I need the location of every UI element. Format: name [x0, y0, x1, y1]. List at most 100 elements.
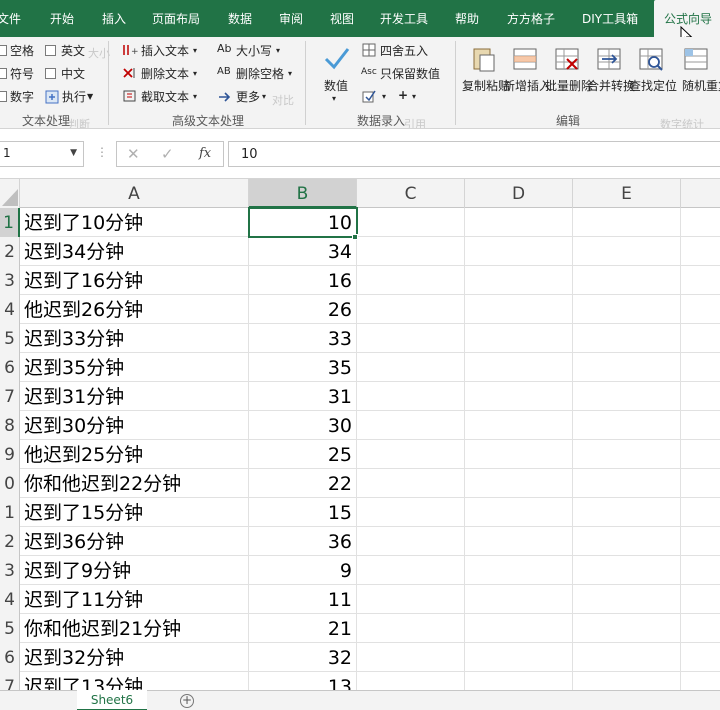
- find-locate-button[interactable]: 查找定位: [629, 79, 677, 94]
- cell-c[interactable]: [357, 556, 465, 585]
- name-box[interactable]: 1 ▼: [0, 141, 84, 167]
- cell-c[interactable]: [357, 469, 465, 498]
- fill-handle[interactable]: [352, 234, 358, 240]
- cell-d[interactable]: [465, 266, 573, 295]
- merge-convert-button[interactable]: 合并转换: [587, 79, 635, 94]
- cell-a[interactable]: 迟到了9分钟: [20, 556, 249, 585]
- extract-text-dropdown-icon[interactable]: ▾: [193, 92, 197, 101]
- column-header-b[interactable]: B: [249, 179, 357, 208]
- row-header[interactable]: 3: [0, 556, 20, 585]
- cell-d[interactable]: [465, 498, 573, 527]
- cell-b[interactable]: 15: [249, 498, 357, 527]
- cell-c[interactable]: [357, 353, 465, 382]
- row-header[interactable]: 2: [0, 237, 20, 266]
- cell-e[interactable]: [573, 353, 681, 382]
- cell-e[interactable]: [573, 527, 681, 556]
- select-all-corner[interactable]: [0, 179, 20, 208]
- row-header[interactable]: 4: [0, 295, 20, 324]
- cell-d[interactable]: [465, 295, 573, 324]
- tab-review[interactable]: 审阅: [279, 0, 303, 37]
- more-button[interactable]: 更多: [236, 88, 260, 105]
- cell-f[interactable]: [681, 614, 720, 643]
- cell-b[interactable]: 16: [249, 266, 357, 295]
- numeric-dropdown-icon[interactable]: ▾: [332, 94, 336, 103]
- name-box-dropdown-icon[interactable]: ▼: [70, 148, 77, 158]
- execute-button[interactable]: 执行: [62, 88, 86, 105]
- cell-c[interactable]: [357, 324, 465, 353]
- cell-c[interactable]: [357, 266, 465, 295]
- edit-check-dropdown-icon[interactable]: ▾: [382, 92, 386, 101]
- cell-e[interactable]: [573, 208, 681, 237]
- cell-b[interactable]: 34: [249, 237, 357, 266]
- cell-b[interactable]: 22: [249, 469, 357, 498]
- cell-a[interactable]: 迟到了16分钟: [20, 266, 249, 295]
- cell-b[interactable]: 31: [249, 382, 357, 411]
- english-checkbox[interactable]: [45, 45, 56, 56]
- column-header-e[interactable]: E: [573, 179, 681, 208]
- symbol-checkbox[interactable]: [0, 68, 7, 79]
- cell-d[interactable]: [465, 556, 573, 585]
- cell-f[interactable]: [681, 498, 720, 527]
- row-header[interactable]: 5: [0, 614, 20, 643]
- cell-b[interactable]: 13: [249, 672, 357, 690]
- cell-f[interactable]: [681, 672, 720, 690]
- delete-text-dropdown-icon[interactable]: ▾: [193, 69, 197, 78]
- column-header-d[interactable]: D: [465, 179, 573, 208]
- cell-c[interactable]: [357, 440, 465, 469]
- cell-d[interactable]: [465, 643, 573, 672]
- cell-d[interactable]: [465, 208, 573, 237]
- cell-b[interactable]: 10: [249, 208, 357, 237]
- row-header[interactable]: 3: [0, 266, 20, 295]
- cell-b[interactable]: 30: [249, 411, 357, 440]
- cell-f[interactable]: [681, 556, 720, 585]
- cell-e[interactable]: [573, 614, 681, 643]
- tab-view[interactable]: 视图: [330, 0, 354, 37]
- cell-d[interactable]: [465, 585, 573, 614]
- execute-dropdown-icon[interactable]: ▼: [87, 92, 93, 101]
- column-header-a[interactable]: A: [20, 179, 249, 208]
- cell-b[interactable]: 33: [249, 324, 357, 353]
- case-dropdown-icon[interactable]: ▾: [276, 46, 280, 55]
- cell-a[interactable]: 他迟到25分钟: [20, 440, 249, 469]
- cell-f[interactable]: [681, 237, 720, 266]
- cell-e[interactable]: [573, 382, 681, 411]
- cell-e[interactable]: [573, 440, 681, 469]
- cell-a[interactable]: 迟到了13分钟: [20, 672, 249, 690]
- cell-d[interactable]: [465, 614, 573, 643]
- cell-a[interactable]: 他迟到26分钟: [20, 295, 249, 324]
- cell-f[interactable]: [681, 643, 720, 672]
- number-checkbox[interactable]: [0, 91, 7, 102]
- cell-b[interactable]: 21: [249, 614, 357, 643]
- tab-insert[interactable]: 插入: [102, 0, 126, 37]
- insert-text-dropdown-icon[interactable]: ▾: [193, 46, 197, 55]
- cell-d[interactable]: [465, 440, 573, 469]
- cell-a[interactable]: 你和他迟到22分钟: [20, 469, 249, 498]
- cell-f[interactable]: [681, 382, 720, 411]
- cell-e[interactable]: [573, 469, 681, 498]
- cell-f[interactable]: [681, 440, 720, 469]
- tab-fangfang[interactable]: 方方格子: [507, 0, 555, 37]
- cell-c[interactable]: [357, 498, 465, 527]
- cell-c[interactable]: [357, 237, 465, 266]
- cell-d[interactable]: [465, 237, 573, 266]
- cell-f[interactable]: [681, 266, 720, 295]
- cell-e[interactable]: [573, 295, 681, 324]
- row-header[interactable]: 1: [0, 498, 20, 527]
- random-repeat-button[interactable]: 随机重复: [682, 79, 720, 94]
- cell-c[interactable]: [357, 295, 465, 324]
- cell-f[interactable]: [681, 353, 720, 382]
- batch-delete-button[interactable]: 批量删除: [545, 79, 593, 94]
- cell-c[interactable]: [357, 411, 465, 440]
- cell-c[interactable]: [357, 585, 465, 614]
- cell-a[interactable]: 你和他迟到21分钟: [20, 614, 249, 643]
- cell-c[interactable]: [357, 672, 465, 690]
- row-header[interactable]: 6: [0, 643, 20, 672]
- remove-space-dropdown-icon[interactable]: ▾: [288, 69, 292, 78]
- cell-d[interactable]: [465, 382, 573, 411]
- row-header[interactable]: 7: [0, 382, 20, 411]
- cell-a[interactable]: 迟到35分钟: [20, 353, 249, 382]
- insert-text-button[interactable]: 插入文本: [141, 42, 189, 59]
- delete-text-button[interactable]: 删除文本: [141, 65, 189, 82]
- more-dropdown-icon[interactable]: ▾: [262, 92, 266, 101]
- tab-help[interactable]: 帮助: [455, 0, 479, 37]
